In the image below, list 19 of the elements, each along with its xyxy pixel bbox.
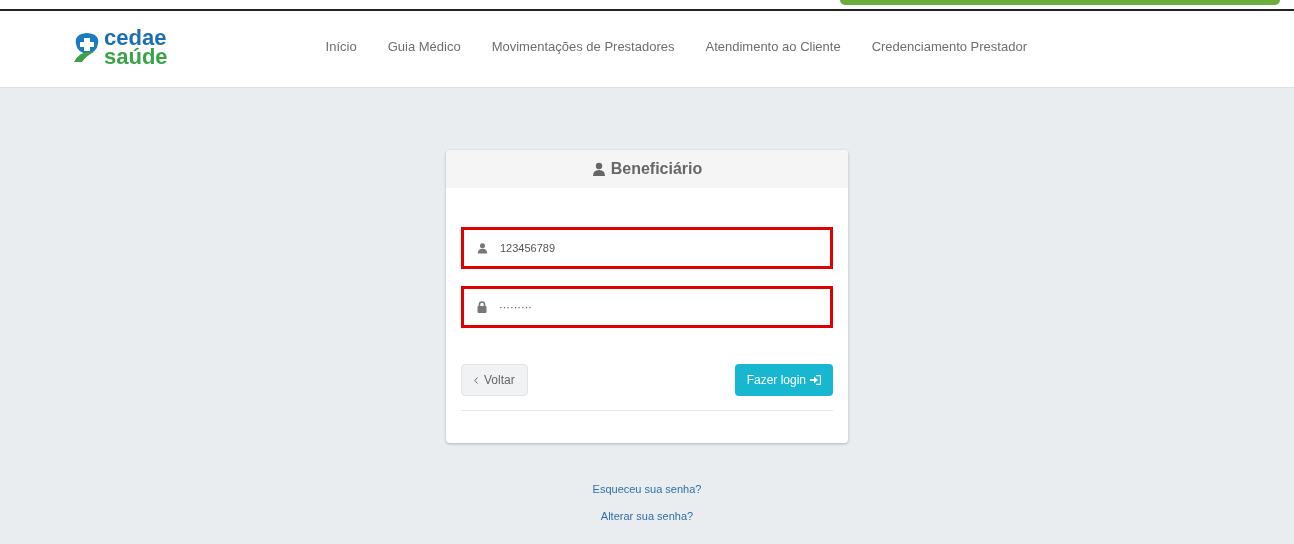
password-link[interactable]: Alterar sua senha?	[600, 507, 694, 524]
lock-icon	[477, 301, 487, 313]
nav-link[interactable]: Movimentações de Prestadores	[491, 36, 675, 57]
nav-link[interactable]: Atendimento ao Cliente	[705, 36, 841, 57]
user-icon	[591, 162, 606, 176]
logo[interactable]: cedae saúde	[72, 27, 168, 66]
nav-link[interactable]: Guia Médico	[387, 36, 461, 57]
logo-text: saúde	[104, 46, 168, 66]
username-field[interactable]: 123456789	[461, 227, 833, 269]
chevron-left-icon	[474, 376, 478, 384]
nav-link[interactable]: Início	[325, 36, 357, 57]
back-button[interactable]: Voltar	[461, 364, 528, 396]
password-field[interactable]: ·········	[461, 286, 833, 328]
sign-in-icon	[810, 375, 821, 385]
user-icon	[477, 242, 488, 254]
logo-text: cedae	[104, 27, 168, 47]
card-title: Beneficiário	[610, 159, 703, 179]
nav-link[interactable]: Credenciamento Prestador	[871, 36, 1027, 57]
password-link[interactable]: Esqueceu sua senha?	[592, 481, 702, 498]
